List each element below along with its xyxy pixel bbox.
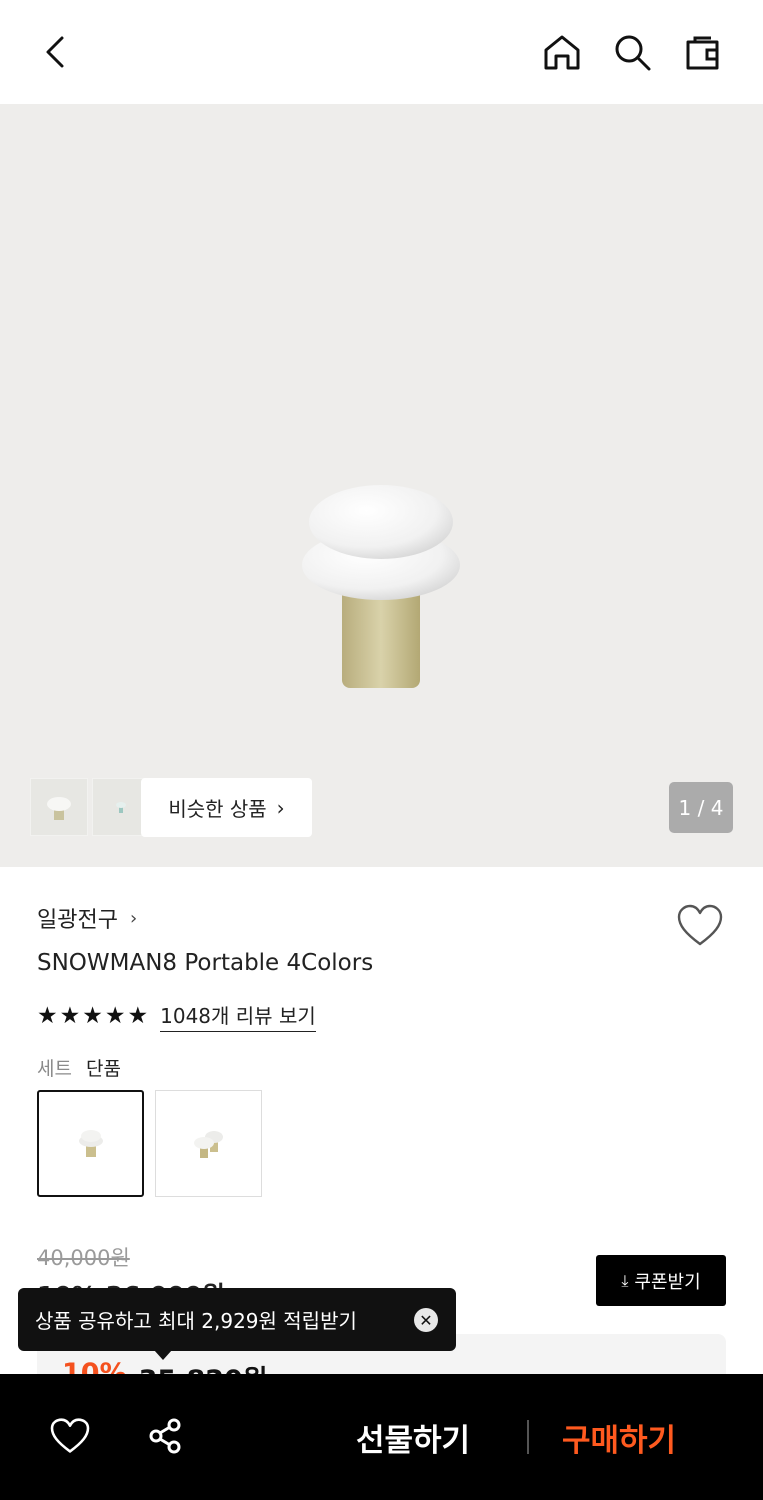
option-swatch-2[interactable] xyxy=(155,1090,262,1197)
thumbnail-1[interactable] xyxy=(30,778,88,836)
star-icon: ★ xyxy=(127,1002,149,1029)
shopping-bag-icon xyxy=(686,36,719,70)
divider xyxy=(527,1420,529,1454)
heart-icon[interactable] xyxy=(677,904,723,948)
coupon-label: 쿠폰받기 xyxy=(634,1271,701,1293)
tooltip-arrow xyxy=(154,1350,172,1360)
thumbnail-lamp-image xyxy=(47,797,71,820)
rating-row: ★ ★ ★ ★ ★ 1048개 리뷰 보기 xyxy=(37,1000,316,1032)
brand-name: 일광전구 xyxy=(37,908,118,933)
wishlist-button[interactable] xyxy=(48,1414,92,1458)
product-title: SNOWMAN8 Portable 4Colors xyxy=(37,950,374,976)
star-rating: ★ ★ ★ ★ ★ xyxy=(37,1002,150,1029)
review-link[interactable]: 1048개 리뷰 보기 xyxy=(160,1000,316,1032)
chevron-right-icon: › xyxy=(276,795,285,820)
chevron-right-icon: › xyxy=(129,907,138,929)
buy-button[interactable]: 구매하기 xyxy=(562,1412,676,1462)
download-icon: ⤓ xyxy=(621,1270,629,1290)
share-icon xyxy=(149,1418,181,1454)
product-gallery[interactable] xyxy=(0,104,763,867)
back-button[interactable] xyxy=(34,30,78,74)
gallery-thumbnails xyxy=(30,778,154,836)
gallery-counter: 1 / 4 xyxy=(669,782,733,833)
brand-link[interactable]: 일광전구 › xyxy=(37,902,137,934)
chevron-left-icon xyxy=(46,36,64,68)
tooltip-text: 상품 공유하고 최대 2,929원 적립받기 xyxy=(35,1309,357,1333)
star-icon: ★ xyxy=(59,1002,81,1029)
swatch-lamp-pair-image xyxy=(193,1130,223,1158)
thumbnail-lamp-image xyxy=(116,802,126,813)
home-icon xyxy=(544,35,580,70)
similar-products-label: 비슷한 상품 xyxy=(168,797,267,821)
get-coupon-button[interactable]: ⤓ 쿠폰받기 xyxy=(596,1255,726,1306)
search-button[interactable] xyxy=(610,30,654,74)
heart-icon xyxy=(50,1418,90,1453)
similar-products-button[interactable]: 비슷한 상품 › xyxy=(141,778,312,837)
option-tab-set[interactable]: 세트 xyxy=(37,1054,72,1081)
share-button[interactable] xyxy=(144,1414,188,1458)
option-swatch-1[interactable] xyxy=(37,1090,144,1197)
product-image-lamp xyxy=(302,485,460,688)
star-icon: ★ xyxy=(104,1002,126,1029)
top-nav-bar xyxy=(0,0,763,104)
cart-button[interactable] xyxy=(681,30,725,74)
share-reward-tooltip: 상품 공유하고 최대 2,929원 적립받기 ✕ xyxy=(18,1288,456,1351)
option-swatches xyxy=(37,1090,273,1197)
option-type-tabs: 세트 단품 xyxy=(37,1054,121,1081)
gift-button[interactable]: 선물하기 xyxy=(356,1412,470,1462)
home-button[interactable] xyxy=(540,30,584,74)
search-icon xyxy=(615,35,651,71)
original-price: 40,000원 xyxy=(37,1246,130,1270)
swatch-lamp-image xyxy=(78,1129,103,1157)
star-icon: ★ xyxy=(37,1002,58,1029)
option-tab-single[interactable]: 단품 xyxy=(86,1054,121,1081)
star-icon: ★ xyxy=(82,1002,103,1029)
close-icon[interactable]: ✕ xyxy=(414,1308,438,1332)
